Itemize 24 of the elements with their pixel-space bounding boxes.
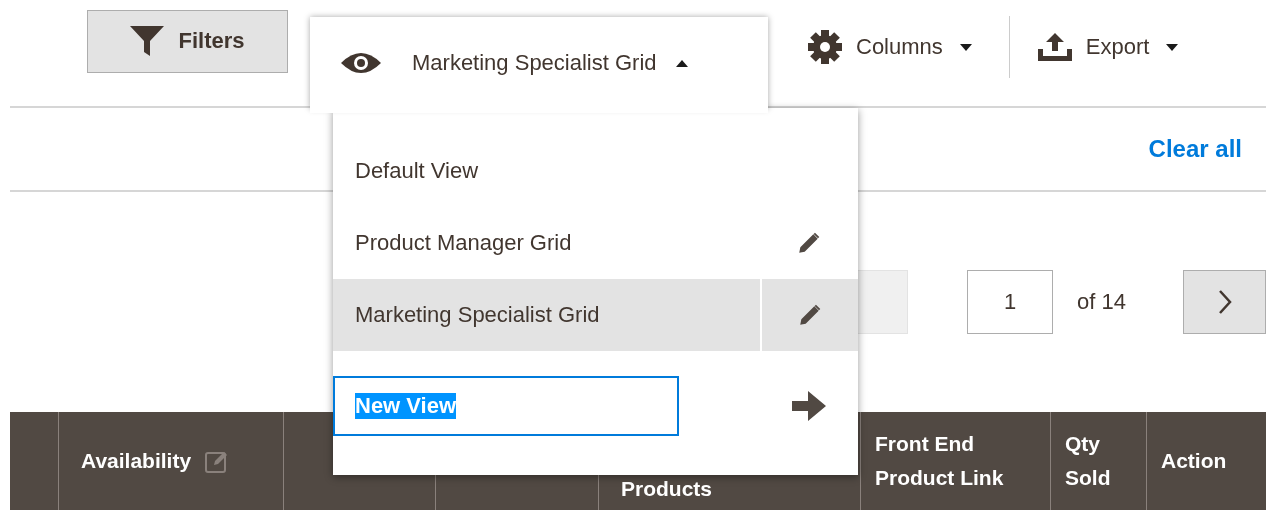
upload-icon: [1037, 33, 1072, 61]
column-header[interactable]: Action: [1161, 444, 1227, 478]
view-menu-item[interactable]: Product Manager Grid: [333, 207, 760, 279]
clear-all-link[interactable]: Clear all: [1148, 135, 1242, 163]
caret-icon: [674, 58, 689, 68]
column-header[interactable]: Availability: [81, 444, 192, 478]
pencil-icon: [797, 302, 823, 328]
column-header[interactable]: Products: [621, 472, 712, 506]
page-number-input[interactable]: 1: [967, 270, 1053, 334]
arrow-right-icon: [792, 391, 826, 421]
caret-icon: [1165, 42, 1180, 52]
export-button[interactable]: Export: [1037, 33, 1180, 61]
column-header[interactable]: Front End Product Link: [875, 427, 1036, 495]
page-count: of 14: [1077, 289, 1126, 315]
caret-icon: [958, 42, 973, 52]
filters-button[interactable]: Filters: [87, 9, 288, 73]
view-menu-item[interactable]: Default View: [333, 135, 858, 207]
next-page-button[interactable]: [1183, 270, 1266, 334]
chevron-right-icon: [1217, 289, 1232, 315]
eye-icon: [340, 51, 382, 75]
columns-button[interactable]: Columns: [808, 30, 973, 64]
column-header[interactable]: Qty Sold: [1065, 427, 1132, 495]
filter-icon: [130, 26, 165, 56]
pencil-icon: [796, 230, 822, 256]
